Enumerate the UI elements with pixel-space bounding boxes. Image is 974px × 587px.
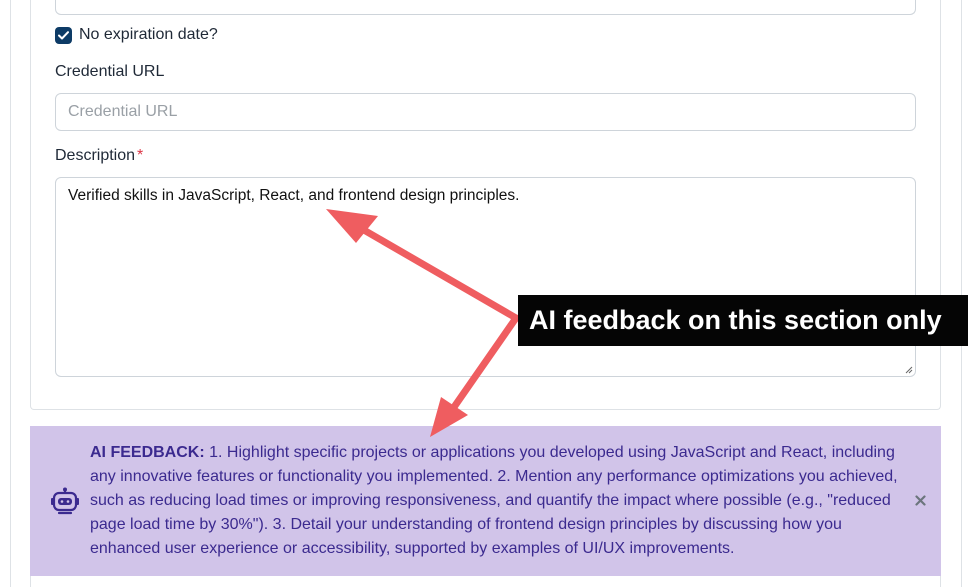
arrow-head-down bbox=[430, 397, 468, 437]
annotation-callout: AI feedback on this section only bbox=[518, 295, 968, 346]
arrow-to-feedback bbox=[448, 314, 520, 414]
annotation-arrows bbox=[326, 209, 520, 437]
arrow-head-up bbox=[326, 209, 378, 243]
arrow-to-description bbox=[346, 218, 520, 322]
page: No expiration date? Credential URL Crede… bbox=[0, 0, 974, 587]
